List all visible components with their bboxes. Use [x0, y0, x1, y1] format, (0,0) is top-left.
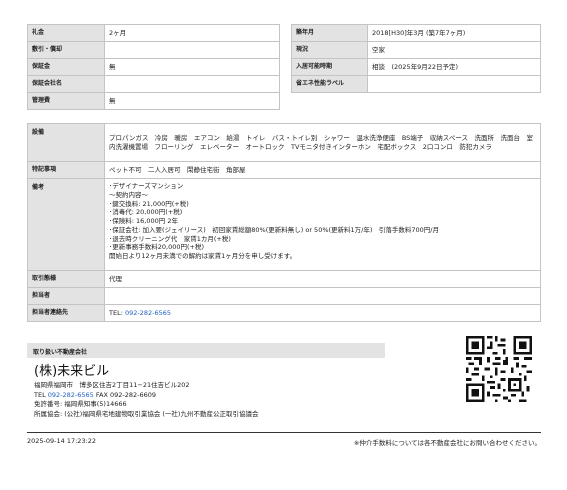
contact-info-value: TEL: 092-282-6565: [104, 304, 541, 322]
company-name: (株)未来ビル: [34, 364, 110, 379]
company-address: 福岡県福岡市 博多区住吉2丁目11−21住吉ビル202: [34, 381, 190, 390]
tel-prefix: TEL: [34, 390, 48, 399]
table-row: 築年月 2018[H30]年3月 (築7年7ヶ月): [291, 24, 541, 42]
company-license: 免許番号: 福岡県知事(5)14666: [34, 400, 127, 409]
facilities-label: 設備: [27, 123, 105, 162]
guarantor-value: [104, 75, 280, 93]
remarks-line: ･保証会社: 加入要(ジェイリース) 初回家賃総額80%(更新料無し) or 5…: [109, 225, 439, 234]
energy-label-value: [367, 75, 541, 93]
table-row: 担当者: [27, 287, 541, 305]
remarks-value: ･デザイナーズマンション ～契約内容～ ･鍵交換料: 21,000円(+税) ･…: [104, 178, 541, 271]
remarks-line: ･鍵交換料: 21,000円(+税): [109, 199, 189, 208]
table-row: 取引態様 代理: [27, 270, 541, 288]
contact-tel-link[interactable]: 092-282-6565: [125, 309, 171, 317]
company-info: (株)未来ビル 福岡県福岡市 博多区住吉2丁目11−21住吉ビル202 TEL …: [34, 364, 454, 419]
company-phone-line: TEL 092-282-6565 FAX 092-282-6609: [34, 391, 454, 400]
contact-info-label: 担当者連絡先: [27, 304, 105, 322]
table-row: 省エネ性能ラベル: [291, 75, 541, 93]
special-notes-value: ペット不可 二人入居可 閑静住宅街 角部屋: [104, 161, 541, 179]
facilities-value: プロパンガス 冷房 暖房 エアコン 給湯 トイレ バス・トイレ別 シャワー 温水…: [104, 123, 541, 162]
status-label: 現況: [291, 41, 368, 59]
move-in-label: 入居可能時期: [291, 58, 368, 76]
company-tel-link[interactable]: 092-282-6565: [48, 391, 94, 399]
contact-person-value: [104, 287, 541, 305]
status-value: 空家: [367, 41, 541, 59]
remarks-line: ･消毒代: 20,000円(+税): [109, 208, 183, 217]
deposit-value: 無: [104, 58, 280, 76]
transaction-type-value: 代理: [104, 270, 541, 288]
move-in-value: 相談 (2025年9月22日予定): [367, 58, 541, 76]
tel-prefix: TEL:: [109, 308, 125, 317]
table-row: 敷引・償却: [27, 41, 280, 59]
deposit-label: 保証金: [27, 58, 105, 76]
footer-divider: [27, 432, 541, 433]
built-date-value: 2018[H30]年3月 (築7年7ヶ月): [367, 24, 541, 42]
table-row: 礼金 2ヶ月: [27, 24, 280, 42]
footer-note: ※仲介手数料については各不動産会社にお問い合わせください。: [353, 439, 541, 447]
fee-table: 礼金 2ヶ月 敷引・償却 保証金 無 保証会社名 管理費 無: [27, 24, 280, 110]
table-row: 保証会社名: [27, 75, 280, 93]
company-section-header: 取り扱い不動産会社: [27, 343, 385, 358]
company-association: 所属協会: (公社)福岡県宅地建物取引業協会 (一社)九州不動産公正取引協議会: [34, 409, 259, 418]
amortization-value: [104, 41, 280, 59]
company-fax: FAX 092-282-6609: [93, 390, 157, 399]
remarks-line: ～契約内容～: [109, 190, 148, 199]
table-row: 備考 ･デザイナーズマンション ～契約内容～ ･鍵交換料: 21,000円(+税…: [27, 178, 541, 271]
guarantor-label: 保証会社名: [27, 75, 105, 93]
remarks-line: ･保険料: 16,000円 2年: [109, 217, 178, 226]
print-timestamp: 2025-09-14 17:23:22: [27, 437, 97, 445]
transaction-type-label: 取引態様: [27, 270, 105, 288]
contact-person-label: 担当者: [27, 287, 105, 305]
table-row: 管理費 無: [27, 92, 280, 110]
table-row: 入居可能時期 相談 (2025年9月22日予定): [291, 58, 541, 76]
table-row: 設備 プロパンガス 冷房 暖房 エアコン 給湯 トイレ バス・トイレ別 シャワー…: [27, 123, 541, 162]
remarks-label: 備考: [27, 178, 105, 271]
table-row: 担当者連絡先 TEL: 092-282-6565: [27, 304, 541, 322]
building-table: 築年月 2018[H30]年3月 (築7年7ヶ月) 現況 空家 入居可能時期 相…: [291, 24, 541, 93]
management-fee-value: 無: [104, 92, 280, 110]
energy-label-label: 省エネ性能ラベル: [291, 75, 368, 93]
details-table: 設備 プロパンガス 冷房 暖房 エアコン 給湯 トイレ バス・トイレ別 シャワー…: [27, 123, 541, 322]
special-notes-label: 特記事項: [27, 161, 105, 179]
amortization-label: 敷引・償却: [27, 41, 105, 59]
table-row: 特記事項 ペット不可 二人入居可 閑静住宅街 角部屋: [27, 161, 541, 179]
table-row: 保証金 無: [27, 58, 280, 76]
key-money-value: 2ヶ月: [104, 24, 280, 42]
management-fee-label: 管理費: [27, 92, 105, 110]
table-row: 現況 空家: [291, 41, 541, 59]
built-date-label: 築年月: [291, 24, 368, 42]
key-money-label: 礼金: [27, 24, 105, 42]
remarks-line: ･更新事務手数料20,000円(+税): [109, 243, 205, 252]
remarks-line: ･デザイナーズマンション: [109, 182, 184, 190]
qr-code-icon: [466, 336, 532, 402]
remarks-line: 開始日より12ヶ月未満での解約は家賃1ヶ月分を申し受けます。: [109, 252, 297, 261]
